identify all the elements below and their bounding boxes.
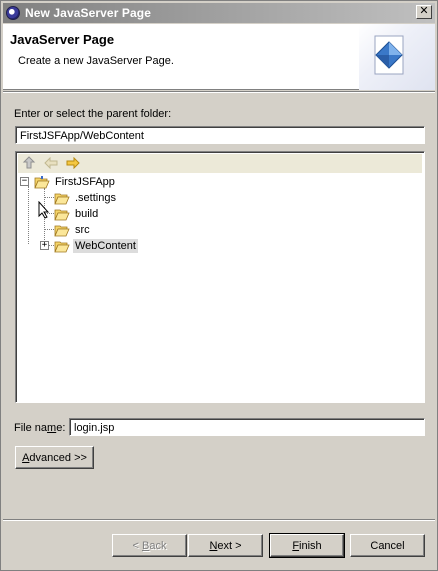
back-label-pre: < bbox=[132, 539, 142, 552]
folder-icon bbox=[54, 209, 70, 220]
finish-button[interactable]: Finish bbox=[269, 533, 345, 558]
cancel-button[interactable]: Cancel bbox=[350, 534, 425, 557]
wizard-banner: JavaServer Page Create a new JavaServer … bbox=[3, 24, 435, 90]
open-folder-icon bbox=[34, 175, 50, 188]
tree-node-build[interactable]: build bbox=[54, 206, 100, 222]
new-jsp-dialog: New JavaServer Page ✕ JavaServer Page Cr… bbox=[0, 0, 438, 571]
collapse-icon[interactable]: − bbox=[20, 177, 29, 186]
file-name-input[interactable]: login.jsp bbox=[69, 418, 425, 436]
tree-node-label: FirstJSFApp bbox=[55, 176, 115, 188]
expand-icon[interactable]: + bbox=[40, 241, 49, 250]
next-button[interactable]: Next > bbox=[188, 534, 263, 557]
banner-art bbox=[359, 24, 435, 90]
folder-icon bbox=[54, 193, 70, 204]
up-folder-button[interactable] bbox=[20, 155, 38, 171]
window-title: New JavaServer Page bbox=[25, 6, 151, 20]
tree-node-webcontent[interactable]: WebContent bbox=[54, 238, 138, 254]
file-name-label: File name: bbox=[14, 422, 65, 434]
file-name-label-mnemonic: m bbox=[47, 422, 57, 434]
back-label-post: ack bbox=[149, 539, 167, 552]
banner-title: JavaServer Page bbox=[10, 32, 115, 47]
parent-folder-value: FirstJSFApp/WebContent bbox=[20, 130, 144, 142]
parent-folder-label: Enter or select the parent folder: bbox=[14, 108, 171, 120]
advanced-button-label: Advanced >> bbox=[22, 452, 87, 464]
up-folder-icon bbox=[22, 156, 36, 169]
eclipse-logo-icon bbox=[6, 6, 20, 20]
file-name-label-pre: File na bbox=[14, 422, 48, 434]
bottom-separator bbox=[3, 519, 435, 521]
folder-tree[interactable]: − FirstJSFApp .settings build src + WebC… bbox=[15, 151, 425, 403]
mouse-cursor-icon bbox=[38, 201, 50, 219]
tree-node-root[interactable]: − FirstJSFApp bbox=[20, 174, 117, 190]
finish-label-post: inish bbox=[299, 539, 322, 552]
back-arrow-icon bbox=[44, 157, 58, 169]
back-nav-button[interactable]: < Back bbox=[112, 534, 187, 557]
next-label-post: ext > bbox=[217, 539, 242, 552]
folder-icon bbox=[54, 241, 70, 252]
title-bar[interactable]: New JavaServer Page ✕ bbox=[3, 3, 435, 23]
tree-line bbox=[44, 197, 54, 198]
advanced-label-rest: dvanced >> bbox=[29, 451, 87, 464]
tree-toolbar bbox=[18, 154, 422, 173]
close-icon: ✕ bbox=[419, 5, 429, 17]
forward-button[interactable] bbox=[64, 155, 82, 171]
close-button[interactable]: ✕ bbox=[416, 5, 432, 19]
back-button[interactable] bbox=[42, 155, 60, 171]
tree-node-src[interactable]: src bbox=[54, 222, 92, 238]
tree-node-label: .settings bbox=[75, 192, 116, 204]
next-button-label: Next > bbox=[209, 540, 241, 552]
tree-node-label: WebContent bbox=[73, 239, 138, 253]
tree-node-label: build bbox=[75, 208, 99, 220]
parent-folder-input[interactable]: FirstJSFApp/WebContent bbox=[15, 126, 425, 144]
banner-separator bbox=[3, 91, 435, 93]
tree-node-settings[interactable]: .settings bbox=[54, 190, 118, 206]
advanced-button[interactable]: Advanced >> bbox=[15, 446, 94, 469]
file-name-label-post: e: bbox=[56, 422, 66, 434]
finish-button-label: Finish bbox=[292, 540, 321, 552]
cancel-button-label: Cancel bbox=[370, 539, 405, 552]
parent-folder-label-text: Enter or select the parent folder: bbox=[14, 108, 172, 120]
folder-icon bbox=[54, 225, 70, 236]
banner-description: Create a new JavaServer Page. bbox=[18, 55, 174, 67]
tree-line bbox=[44, 229, 54, 230]
jsp-wizard-icon bbox=[374, 35, 404, 75]
forward-arrow-icon bbox=[66, 157, 80, 169]
tree-node-label: src bbox=[75, 224, 90, 236]
back-button-label: < Back bbox=[133, 540, 167, 552]
tree-line bbox=[28, 186, 29, 244]
file-name-value: login.jsp bbox=[74, 422, 115, 434]
